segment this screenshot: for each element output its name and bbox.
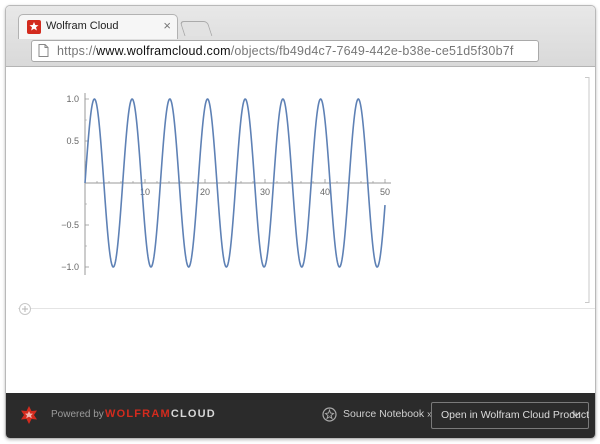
page-icon [38,44,49,57]
footer-bar: Powered by WOLFRAMCLOUD Source Notebook … [6,393,595,438]
brand-cloud: CLOUD [170,408,216,420]
x-tick-label: 20 [200,187,210,197]
url-scheme: https:// [57,44,97,58]
browser-tab[interactable]: Wolfram Cloud × [18,14,178,39]
tab-title: Wolfram Cloud [46,20,119,32]
brand-wolfram: WOLFRAM [105,408,171,420]
cell-insertion-plus-icon[interactable] [19,303,31,315]
cell-bracket[interactable] [584,77,590,303]
open-in-wolfram-cloud-button[interactable]: Open in Wolfram Cloud Product [431,402,589,429]
x-tick-label: 30 [260,187,270,197]
sine-plot: 10 20 30 40 50−1.0−0.50.51.0 [61,93,391,275]
x-tick-label: 40 [320,187,330,197]
address-bar[interactable]: https://www.wolframcloud.com/objects/fb4… [31,40,539,62]
y-tick-label: 1.0 [66,94,79,104]
url-path: /objects/fb49d4c7-7649-442e-b38e-ce51d5f… [230,44,514,58]
wolfram-favicon-icon [27,20,41,34]
source-notebook-icon [322,407,337,422]
wolfram-spikey-logo-icon [21,406,37,424]
y-tick-label: −0.5 [61,220,79,230]
cell-divider [18,308,595,309]
wolfram-cloud-brand[interactable]: WOLFRAMCLOUD [105,408,216,420]
url-text: https://www.wolframcloud.com/objects/fb4… [57,44,514,58]
open-button-label: Open in Wolfram Cloud Product [441,409,590,421]
new-tab-button[interactable] [179,21,213,36]
y-tick-label: −1.0 [61,262,79,272]
tab-close-icon[interactable]: × [163,18,171,33]
notebook-content: 10 20 30 40 50 −1.0 −0.5 0.5 1.0 [6,67,595,393]
browser-window: Wolfram Cloud × https://www.wolframcloud… [5,5,596,439]
browser-chrome: Wolfram Cloud × https://www.wolframcloud… [6,6,595,67]
powered-by-label: Powered by [51,409,104,420]
chevron-down-icon [571,411,581,417]
x-tick-label: 50 [380,187,390,197]
source-notebook-link[interactable]: Source Notebook » [343,408,433,420]
y-tick-label: 0.5 [66,136,79,146]
url-domain: www.wolframcloud.com [96,44,231,58]
